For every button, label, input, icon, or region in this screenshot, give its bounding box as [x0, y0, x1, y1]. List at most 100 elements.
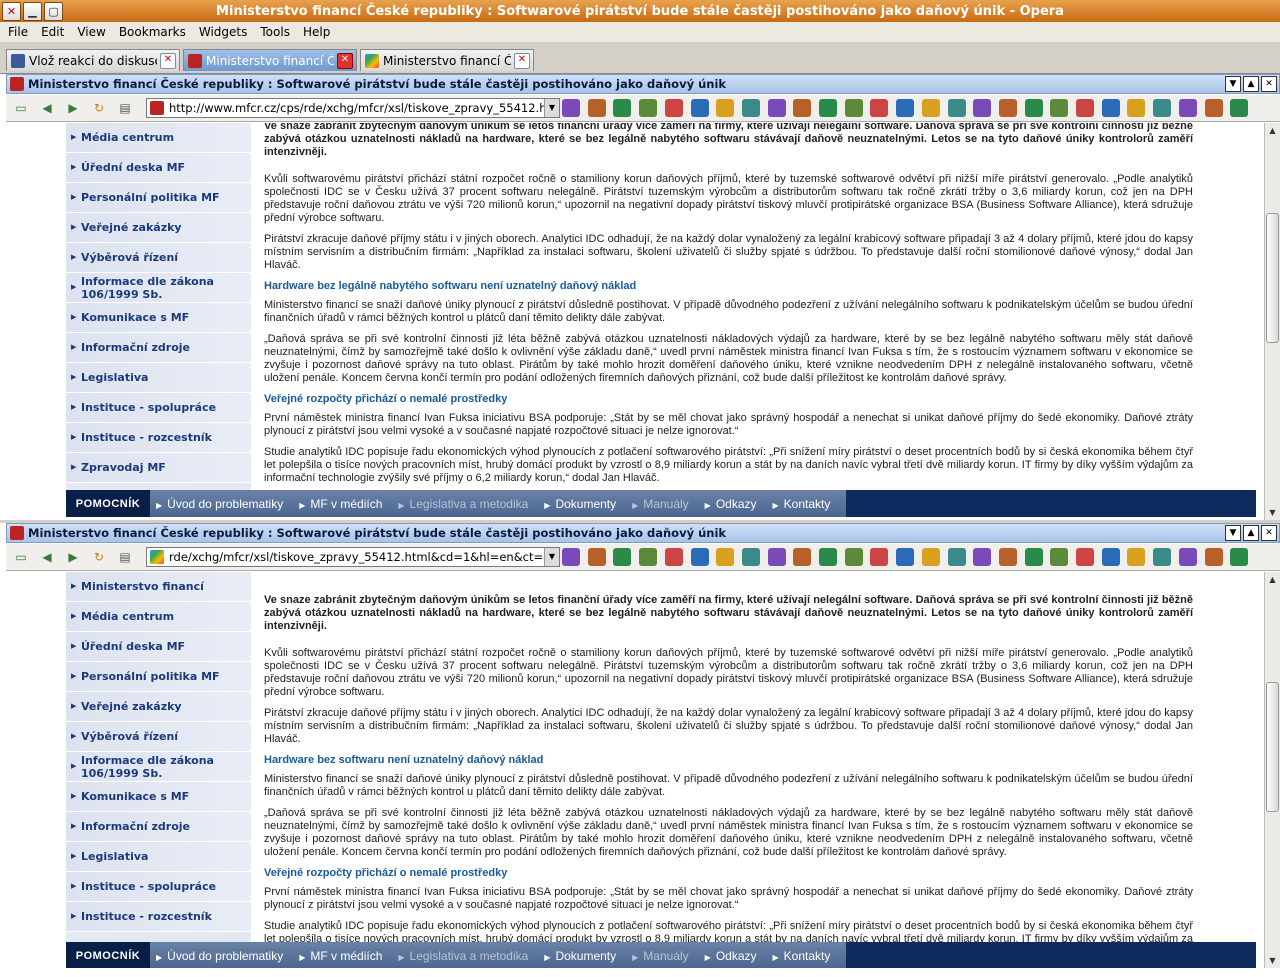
- tab-mfcr-google[interactable]: Ministerstvo financí Če… ✕: [360, 49, 534, 71]
- earth-icon[interactable]: [1101, 548, 1120, 566]
- help-nav-item[interactable]: ▶ MF v médiích: [293, 949, 392, 963]
- bookmark-icon[interactable]: [741, 548, 760, 566]
- ubuntu-icon[interactable]: [1178, 548, 1197, 566]
- sidebar-item[interactable]: ▶ Legislativa: [66, 842, 251, 872]
- window-minimize-button[interactable]: ▁: [23, 2, 42, 21]
- sidebar-item[interactable]: ▶ Instituce - rozcestník: [66, 902, 251, 932]
- window-icon[interactable]: [613, 548, 632, 566]
- sidebar-item[interactable]: ▶ Komunikace s MF: [66, 303, 251, 333]
- bookmark-icon[interactable]: [767, 99, 786, 117]
- feather-icon[interactable]: [1076, 99, 1094, 117]
- sidebar-item[interactable]: ▶ Instituce - rozcestník: [66, 423, 251, 453]
- chart-icon[interactable]: [998, 99, 1017, 117]
- sidebar-item[interactable]: ▶ Média centrum: [66, 123, 251, 153]
- sun-icon[interactable]: [973, 99, 992, 117]
- help-nav-item[interactable]: ▶ Dokumenty: [538, 949, 626, 963]
- grid-icon[interactable]: [844, 99, 863, 117]
- bookmark-icon[interactable]: [639, 99, 658, 117]
- sidebar-item[interactable]: ▶ Média centrum: [66, 602, 251, 632]
- page-icon[interactable]: ▭: [12, 548, 30, 566]
- bookmark-icon[interactable]: [896, 548, 915, 566]
- tag-icon[interactable]: [870, 548, 889, 566]
- help-nav-item[interactable]: ▶ Úvod do problematiky: [150, 949, 293, 963]
- ladybug-icon[interactable]: [587, 548, 606, 566]
- gear-icon[interactable]: [716, 548, 735, 566]
- sidebar-item[interactable]: ▶ Komunikace s MF: [66, 782, 251, 812]
- sidebar-item[interactable]: ▶ Personální politika MF: [66, 183, 251, 213]
- bookmark-icon[interactable]: [767, 548, 786, 566]
- reload-icon[interactable]: ↻: [90, 548, 108, 566]
- earth-icon[interactable]: [1101, 99, 1120, 117]
- globe-icon[interactable]: [1024, 548, 1043, 566]
- paypal-icon[interactable]: [921, 548, 940, 566]
- tab-close-icon[interactable]: ✕: [514, 52, 530, 69]
- help-nav-item[interactable]: ▶ Kontakty: [767, 497, 841, 511]
- ladybug-icon[interactable]: [587, 99, 606, 117]
- blogger-icon[interactable]: [947, 99, 966, 117]
- help-nav-item[interactable]: ▶ Manuály: [626, 497, 699, 511]
- pane-minimize-button[interactable]: ▼: [1225, 76, 1241, 92]
- reload-icon[interactable]: ↻: [90, 99, 108, 117]
- help-nav-item[interactable]: ▶ Odkazy: [699, 497, 767, 511]
- sidebar-item[interactable]: ▶ Instituce - spolupráce: [66, 393, 251, 423]
- chart-icon[interactable]: [998, 548, 1017, 566]
- sidebar-item[interactable]: ▶ Ministerstvo financí: [66, 572, 251, 602]
- bookmark-icon[interactable]: [562, 548, 580, 566]
- sidebar-item[interactable]: ▶ Legislativa: [66, 363, 251, 393]
- sidebar-item[interactable]: ▶ Informace dle zákona 106/1999 Sb.: [66, 273, 251, 303]
- tab-mfcr-active[interactable]: Ministerstvo financí Če… ✕: [183, 49, 357, 71]
- headphones-icon[interactable]: [1153, 99, 1172, 117]
- back-icon[interactable]: ◀: [38, 548, 56, 566]
- help-nav-item[interactable]: ▶ Legislativa a metodika: [392, 497, 538, 511]
- menu-bookmarks[interactable]: Bookmarks: [111, 25, 191, 39]
- bookmark-icon[interactable]: [1230, 548, 1249, 566]
- menu-file[interactable]: File: [0, 25, 33, 39]
- sidebar-item[interactable]: ▶ Veřejné zakázky: [66, 692, 251, 722]
- bookmark-icon[interactable]: [819, 99, 837, 117]
- chevron-down-icon[interactable]: ▼: [544, 99, 559, 117]
- paypal-icon[interactable]: [921, 99, 940, 117]
- tab-discussion[interactable]: Vlož reakci do diskuse ✕: [6, 49, 180, 71]
- address-field[interactable]: http://www.mfcr.cz/cps/rde/xchg/mfcr/xsl…: [146, 98, 560, 118]
- forward-icon[interactable]: ▶: [64, 99, 82, 117]
- help-nav-item[interactable]: ▶ Manuály: [626, 949, 699, 963]
- tv-icon[interactable]: [1204, 99, 1223, 117]
- help-nav-item[interactable]: ▶ Úvod do problematiky: [150, 497, 293, 511]
- menu-view[interactable]: View: [69, 25, 110, 39]
- gear-icon[interactable]: [716, 99, 735, 117]
- ubuntu-icon[interactable]: [1178, 99, 1197, 117]
- grid-icon[interactable]: [844, 548, 863, 566]
- help-nav-item[interactable]: ▶ Kontakty: [767, 949, 841, 963]
- sidebar-item[interactable]: ▶ Výběrová řízení: [66, 243, 251, 273]
- sidebar-item[interactable]: ▶ Úřední deska MF: [66, 632, 251, 662]
- sidebar-item[interactable]: ▶ Personální politika MF: [66, 662, 251, 692]
- menu-tools[interactable]: Tools: [252, 25, 295, 39]
- sidebar-item[interactable]: ▶ Informační zdroje: [66, 333, 251, 363]
- chevron-down-icon[interactable]: ▼: [544, 548, 559, 566]
- pane-close-button[interactable]: ✕: [1261, 76, 1277, 92]
- sidebar-item[interactable]: ▶ Informace dle zákona 106/1999 Sb.: [66, 752, 251, 782]
- badge-icon[interactable]: [793, 99, 812, 117]
- menu-help[interactable]: Help: [295, 25, 335, 39]
- bookmark-icon[interactable]: [562, 99, 580, 117]
- scroll-down-icon[interactable]: ▼: [1265, 505, 1280, 520]
- bookmark-icon[interactable]: [639, 548, 658, 566]
- bookmark-icon[interactable]: [1230, 99, 1249, 117]
- pane-minimize-button[interactable]: ▼: [1225, 525, 1241, 541]
- back-icon[interactable]: ◀: [38, 99, 56, 117]
- feather-icon[interactable]: [1076, 548, 1094, 566]
- tag-icon[interactable]: [870, 99, 889, 117]
- bookmark-icon[interactable]: [819, 548, 837, 566]
- bookmark-icon[interactable]: [741, 99, 760, 117]
- headphones-icon[interactable]: [1153, 548, 1172, 566]
- badge-icon[interactable]: [793, 548, 812, 566]
- opera-icon[interactable]: [690, 548, 709, 566]
- trash-icon[interactable]: ▤: [116, 548, 134, 566]
- sidebar-item[interactable]: ▶ Zpravodaj MF: [66, 453, 251, 483]
- forward-icon[interactable]: ▶: [64, 548, 82, 566]
- menu-widgets[interactable]: Widgets: [191, 25, 253, 39]
- menu-edit[interactable]: Edit: [33, 25, 69, 39]
- tab-close-icon[interactable]: ✕: [160, 52, 176, 69]
- excel-icon[interactable]: [664, 99, 683, 117]
- window-icon[interactable]: [613, 99, 632, 117]
